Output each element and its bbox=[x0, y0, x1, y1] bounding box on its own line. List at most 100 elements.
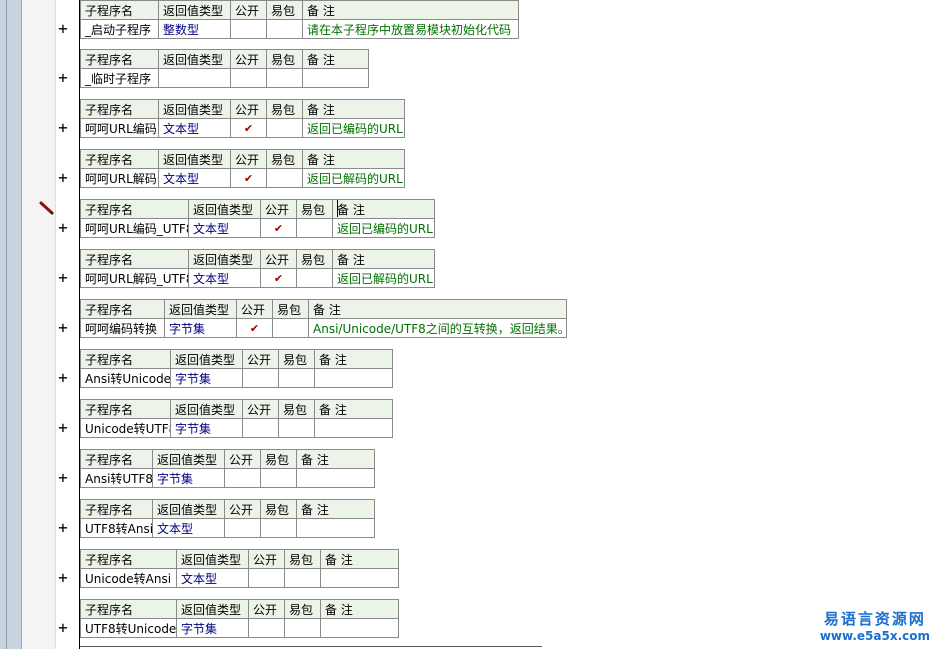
sub-name-cell[interactable]: Unicode转Ansi bbox=[80, 568, 177, 588]
easy-pack-cell[interactable] bbox=[266, 168, 303, 188]
subroutine-table[interactable]: 子程序名 返回值类型 公开 易包备 注 Ansi转UTF8 字节集 bbox=[80, 449, 375, 488]
public-cell[interactable] bbox=[224, 518, 261, 538]
easy-pack-cell[interactable] bbox=[284, 568, 321, 588]
expand-icon[interactable]: + bbox=[56, 370, 70, 386]
note-cell[interactable]: 返回已解码的URL bbox=[332, 268, 435, 288]
subroutine-table[interactable]: 子程序名 返回值类型 公开 易包备 注呵呵URL编码 文本型 ✔ 返回已编码的URL bbox=[80, 99, 405, 138]
table-row[interactable]: 呵呵URL编码_UTF8 文本型 ✔ 返回已编码的URL bbox=[80, 218, 435, 238]
note-cell[interactable]: 请在本子程序中放置易模块初始化代码 bbox=[302, 19, 519, 39]
table-row[interactable]: UTF8转Ansi 文本型 bbox=[80, 518, 375, 538]
expand-icon[interactable]: + bbox=[56, 570, 70, 586]
return-type-cell[interactable]: 字节集 bbox=[152, 468, 225, 488]
easy-pack-cell[interactable] bbox=[260, 518, 297, 538]
table-row[interactable]: Unicode转UTF8 字节集 bbox=[80, 418, 393, 438]
public-cell[interactable] bbox=[248, 618, 285, 638]
easy-pack-cell[interactable] bbox=[296, 218, 333, 238]
table-row[interactable]: 呵呵编码转换 字节集 ✔ Ansi/Unicode/UTF8之间的互转换，返回结果。 bbox=[80, 318, 567, 338]
return-type-cell[interactable]: 字节集 bbox=[164, 318, 237, 338]
expand-icon[interactable]: + bbox=[56, 620, 70, 636]
table-row[interactable]: Ansi转UTF8 字节集 bbox=[80, 468, 375, 488]
note-cell[interactable] bbox=[296, 518, 375, 538]
return-type-cell[interactable]: 文本型 bbox=[158, 168, 231, 188]
easy-pack-cell[interactable] bbox=[260, 468, 297, 488]
table-row[interactable]: 呵呵URL解码_UTF8 文本型 ✔ 返回已解码的URL bbox=[80, 268, 435, 288]
subroutine-table[interactable]: 子程序名 返回值类型 公开 易包备 注 UTF8转Ansi 文本型 bbox=[80, 499, 375, 538]
public-cell[interactable] bbox=[230, 19, 267, 39]
return-type-cell[interactable]: 文本型 bbox=[188, 218, 261, 238]
subroutine-table[interactable]: 子程序名 返回值类型 公开 易包备 注呵呵URL解码_UTF8 文本型 ✔ 返回已解码的UR… bbox=[80, 249, 435, 288]
subroutine-table[interactable]: 子程序名 返回值类型 公开 易包备 注 UTF8转Unicode 字节集 bbox=[80, 599, 399, 638]
subroutine-table[interactable]: 子程序名 返回值类型 公开 易包备 注 _启动子程序 整数型 请在本子程序中放置易模块初始化… bbox=[80, 0, 519, 39]
easy-pack-cell[interactable] bbox=[266, 68, 303, 88]
easy-pack-cell[interactable] bbox=[266, 19, 303, 39]
expand-icon[interactable]: + bbox=[56, 120, 70, 136]
public-cell[interactable]: ✔ bbox=[230, 168, 267, 188]
public-cell[interactable]: ✔ bbox=[260, 268, 297, 288]
public-cell[interactable]: ✔ bbox=[236, 318, 273, 338]
return-type-cell[interactable]: 文本型 bbox=[158, 118, 231, 138]
expand-icon[interactable]: + bbox=[56, 21, 70, 37]
table-row[interactable]: _启动子程序 整数型 请在本子程序中放置易模块初始化代码 bbox=[80, 19, 519, 39]
public-cell[interactable]: ✔ bbox=[260, 218, 297, 238]
table-row[interactable]: Ansi转Unicode 字节集 bbox=[80, 368, 393, 388]
note-cell[interactable] bbox=[302, 68, 369, 88]
subroutine-table[interactable]: 子程序名 返回值类型 公开 易包备 注呵呵编码转换 字节集 ✔ Ansi/Unicode/U… bbox=[80, 299, 567, 338]
note-cell[interactable] bbox=[296, 468, 375, 488]
table-row[interactable]: 呵呵URL编码 文本型 ✔ 返回已编码的URL bbox=[80, 118, 405, 138]
public-cell[interactable] bbox=[242, 368, 279, 388]
expand-icon[interactable]: + bbox=[56, 470, 70, 486]
expand-icon[interactable]: + bbox=[56, 270, 70, 286]
note-cell[interactable] bbox=[320, 568, 399, 588]
table-row[interactable]: 呵呵URL解码 文本型 ✔ 返回已解码的URL bbox=[80, 168, 405, 188]
sub-name-cell[interactable]: 呵呵编码转换 bbox=[80, 318, 165, 338]
public-cell[interactable] bbox=[248, 568, 285, 588]
return-type-cell[interactable]: 字节集 bbox=[170, 418, 243, 438]
sub-name-cell[interactable]: UTF8转Unicode bbox=[80, 618, 177, 638]
public-cell[interactable]: ✔ bbox=[230, 118, 267, 138]
return-type-cell[interactable]: 文本型 bbox=[152, 518, 225, 538]
expand-icon[interactable]: + bbox=[56, 520, 70, 536]
subroutine-table[interactable]: 子程序名 返回值类型 公开 易包备 注呵呵URL解码 文本型 ✔ 返回已解码的URL bbox=[80, 149, 405, 188]
subroutine-table[interactable]: 子程序名 返回值类型 公开 易包备 注 Unicode转Ansi 文本型 bbox=[80, 549, 399, 588]
easy-pack-cell[interactable] bbox=[278, 368, 315, 388]
expand-icon[interactable]: + bbox=[56, 70, 70, 86]
note-cell[interactable] bbox=[314, 418, 393, 438]
note-cell[interactable] bbox=[314, 368, 393, 388]
expand-icon[interactable]: + bbox=[56, 420, 70, 436]
public-cell[interactable] bbox=[224, 468, 261, 488]
subroutine-table[interactable]: 子程序名 返回值类型 公开 易包备 注 Ansi转Unicode 字节集 bbox=[80, 349, 393, 388]
sub-name-cell[interactable]: 呵呵URL解码_UTF8 bbox=[80, 268, 189, 288]
easy-pack-cell[interactable] bbox=[272, 318, 309, 338]
easy-pack-cell[interactable] bbox=[278, 418, 315, 438]
expand-icon[interactable]: + bbox=[56, 320, 70, 336]
expand-icon[interactable]: + bbox=[56, 170, 70, 186]
easy-pack-cell[interactable] bbox=[296, 268, 333, 288]
sub-name-cell[interactable]: Unicode转UTF8 bbox=[80, 418, 171, 438]
note-cell[interactable]: 返回已解码的URL bbox=[302, 168, 405, 188]
subroutine-table[interactable]: 子程序名 返回值类型 公开 易包备 注 Unicode转UTF8 字节集 bbox=[80, 399, 393, 438]
note-cell[interactable] bbox=[320, 618, 399, 638]
return-type-cell[interactable]: 字节集 bbox=[176, 618, 249, 638]
note-cell[interactable]: 返回已编码的URL bbox=[302, 118, 405, 138]
subroutine-table[interactable]: 子程序名 返回值类型 公开 易包备 注呵呵URL编码_UTF8 文本型 ✔ 返回已编码的UR… bbox=[80, 199, 435, 238]
sub-name-cell[interactable]: 呵呵URL解码 bbox=[80, 168, 159, 188]
easy-pack-cell[interactable] bbox=[284, 618, 321, 638]
sub-name-cell[interactable]: _启动子程序 bbox=[80, 19, 159, 39]
public-cell[interactable] bbox=[242, 418, 279, 438]
sub-name-cell[interactable]: 呵呵URL编码_UTF8 bbox=[80, 218, 189, 238]
table-row[interactable]: Unicode转Ansi 文本型 bbox=[80, 568, 399, 588]
public-cell[interactable] bbox=[230, 68, 267, 88]
subroutine-table[interactable]: 子程序名 返回值类型 公开 易包备 注 _临时子程序 bbox=[80, 49, 369, 88]
return-type-cell[interactable]: 文本型 bbox=[176, 568, 249, 588]
sub-name-cell[interactable]: 呵呵URL编码 bbox=[80, 118, 159, 138]
return-type-cell[interactable]: 文本型 bbox=[188, 268, 261, 288]
return-type-cell[interactable]: 字节集 bbox=[170, 368, 243, 388]
return-type-cell[interactable]: 整数型 bbox=[158, 19, 231, 39]
return-type-cell[interactable] bbox=[158, 68, 231, 88]
table-row[interactable]: UTF8转Unicode 字节集 bbox=[80, 618, 399, 638]
table-row[interactable]: _临时子程序 bbox=[80, 68, 369, 88]
sub-name-cell[interactable]: _临时子程序 bbox=[80, 68, 159, 88]
sub-name-cell[interactable]: UTF8转Ansi bbox=[80, 518, 153, 538]
expand-icon[interactable]: + bbox=[56, 220, 70, 236]
sub-name-cell[interactable]: Ansi转UTF8 bbox=[80, 468, 153, 488]
